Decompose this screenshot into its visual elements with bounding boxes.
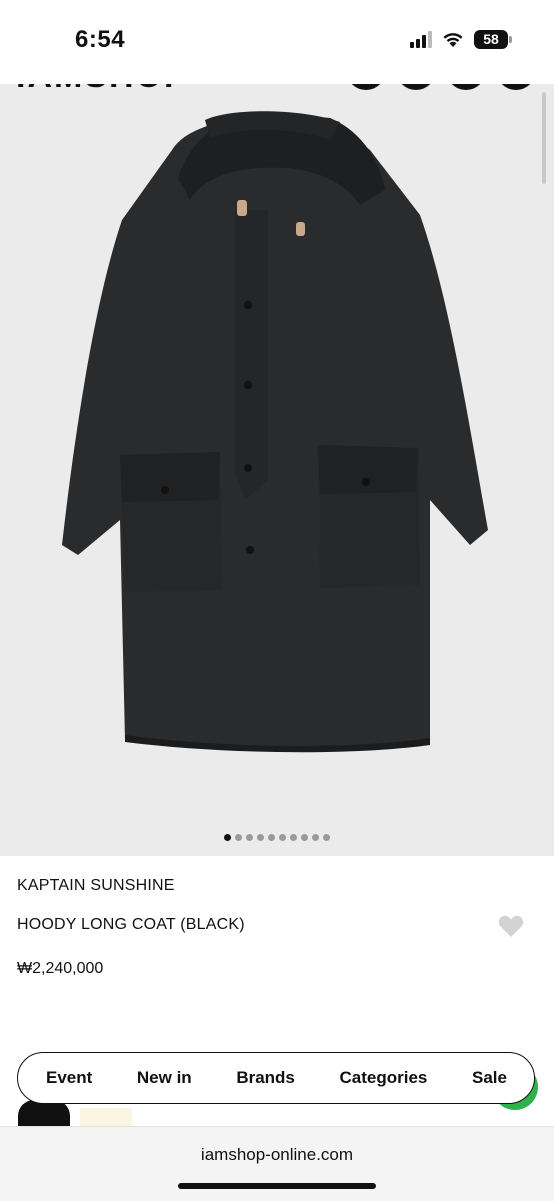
heart-icon[interactable] [498,914,524,938]
coat-illustration [62,111,488,753]
carousel-dot[interactable] [246,834,253,841]
battery-icon: 58 [474,30,512,49]
nav-brands[interactable]: Brands [236,1068,295,1088]
product-image[interactable] [0,84,554,856]
nav-event[interactable]: Event [46,1068,92,1088]
bottom-nav: Event New in Brands Categories Sale [17,1052,535,1104]
status-time: 6:54 [75,26,126,53]
nav-categories[interactable]: Categories [340,1068,428,1088]
cellular-signal-icon [410,31,432,48]
nav-sale[interactable]: Sale [472,1068,507,1088]
carousel-dot[interactable] [323,834,330,841]
carousel-dot[interactable] [224,834,231,841]
product-price: ₩2,240,000 [17,960,104,977]
carousel-dot[interactable] [290,834,297,841]
carousel-dot[interactable] [235,834,242,841]
carousel-dot[interactable] [279,834,286,841]
browser-address-bar: iamshop-online.com [0,1126,554,1201]
carousel-dot[interactable] [268,834,275,841]
carousel-dot[interactable] [312,834,319,841]
nav-new-in[interactable]: New in [137,1068,192,1088]
scroll-indicator[interactable] [542,92,546,184]
carousel-dot[interactable] [257,834,264,841]
carousel-dot[interactable] [301,834,308,841]
image-carousel-dots[interactable] [0,834,554,841]
wifi-icon [443,33,463,47]
home-indicator[interactable] [178,1183,376,1189]
product-title: HOODY LONG COAT (BLACK) [17,916,245,933]
status-bar: 6:54 58 [0,0,554,84]
product-brand[interactable]: KAPTAIN SUNSHINE [17,877,175,895]
status-icons: 58 [410,30,512,49]
url-text[interactable]: iamshop-online.com [0,1145,554,1165]
